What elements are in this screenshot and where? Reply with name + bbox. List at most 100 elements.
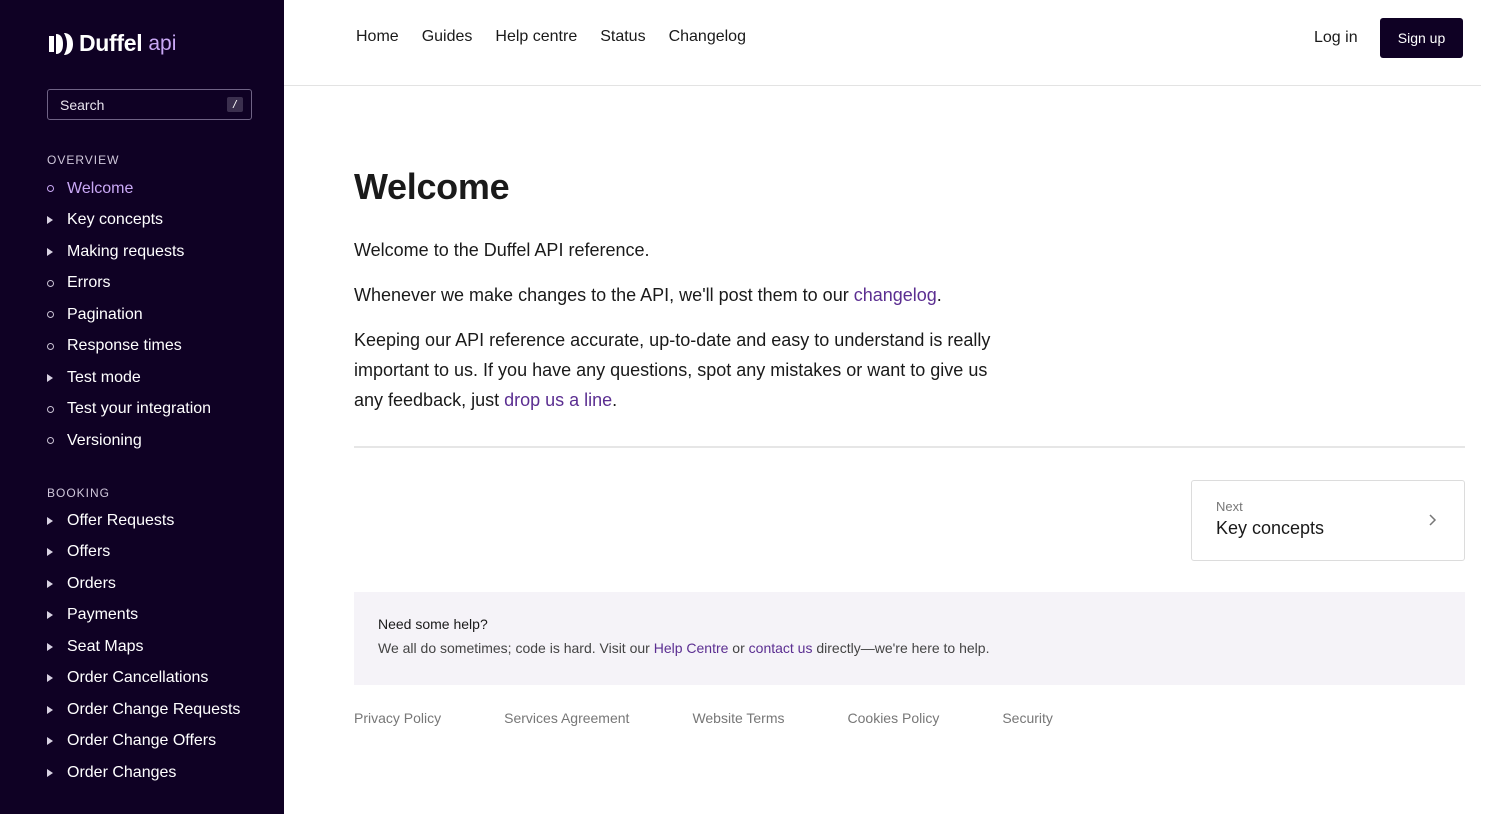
content-divider: [354, 446, 1465, 448]
expand-triangle-icon: [47, 611, 53, 620]
nav-marker: [47, 705, 67, 714]
expand-triangle-icon: [47, 548, 53, 557]
expand-triangle-icon: [47, 373, 53, 382]
login-link[interactable]: Log in: [1314, 29, 1358, 47]
section-title-overview: OVERVIEW: [47, 153, 120, 167]
nav-home[interactable]: Home: [356, 28, 399, 46]
expand-triangle-icon: [47, 516, 53, 525]
help-title: Need some help?: [378, 616, 488, 632]
sidebar-item-label: Order Change Requests: [67, 700, 241, 718]
sidebar-item-versioning[interactable]: Versioning: [47, 425, 211, 457]
sidebar-item-pagination[interactable]: Pagination: [47, 299, 211, 331]
duffel-logo[interactable]: Duffel api: [47, 30, 176, 57]
nav-changelog[interactable]: Changelog: [669, 28, 746, 46]
sidebar-item-label: Offers: [67, 543, 111, 561]
expand-triangle-icon: [47, 705, 53, 714]
nav-marker: [47, 373, 67, 382]
top-header: Home Guides Help centre Status Changelog…: [284, 0, 1481, 86]
sidebar-item-offers[interactable]: Offers: [47, 537, 240, 569]
sidebar-item-label: Key concepts: [67, 211, 164, 229]
nav-marker: [47, 405, 67, 413]
feedback-paragraph: Keeping our API reference accurate, up-t…: [354, 325, 994, 415]
nav-marker: [47, 279, 67, 287]
footer-cookies-policy[interactable]: Cookies Policy: [848, 710, 940, 726]
sidebar-item-response-times[interactable]: Response times: [47, 331, 211, 363]
sidebar-item-label: Order Changes: [67, 763, 177, 781]
help-centre-link[interactable]: Help Centre: [654, 640, 729, 656]
circle-bullet-icon: [47, 311, 54, 319]
sidebar-item-payments[interactable]: Payments: [47, 600, 240, 632]
nav-overview: Welcome Key concepts Making requests Errors…: [47, 173, 211, 457]
sidebar-item-order-changes[interactable]: Order Changes: [47, 757, 240, 789]
search-label: Search: [60, 96, 105, 113]
sidebar-item-label: Order Change Offers: [67, 732, 217, 750]
signup-button[interactable]: Sign up: [1380, 18, 1463, 58]
nav-marker: [47, 311, 67, 319]
expand-triangle-icon: [47, 737, 53, 746]
footer-security[interactable]: Security: [1002, 710, 1053, 726]
sidebar-item-key-concepts[interactable]: Key concepts: [47, 205, 211, 237]
changelog-link[interactable]: changelog: [854, 285, 937, 305]
top-nav: Home Guides Help centre Status Changelog: [356, 28, 769, 46]
nav-marker: [47, 611, 67, 620]
chevron-right-icon: [1429, 514, 1437, 526]
expand-triangle-icon: [47, 216, 53, 225]
sidebar-item-label: Order Cancellations: [67, 669, 209, 687]
nav-marker: [47, 247, 67, 256]
next-label: Next: [1216, 499, 1243, 514]
sidebar-item-seat-maps[interactable]: Seat Maps: [47, 631, 240, 663]
sidebar-item-order-change-requests[interactable]: Order Change Requests: [47, 694, 240, 726]
circle-bullet-icon: [47, 405, 54, 413]
nav-marker: [47, 737, 67, 746]
changelog-paragraph-end: .: [936, 285, 942, 305]
brand-name: Duffel: [79, 30, 143, 56]
sidebar-item-welcome[interactable]: Welcome: [47, 173, 211, 205]
nav-marker: [47, 185, 67, 193]
sidebar-item-label: Test your integration: [67, 400, 212, 418]
sidebar-item-order-change-offers[interactable]: Order Change Offers: [47, 726, 240, 758]
next-title: Key concepts: [1216, 518, 1325, 538]
page-title: Welcome: [354, 166, 510, 207]
search-shortcut-key: /: [227, 97, 243, 112]
expand-triangle-icon: [47, 768, 53, 777]
nav-guides[interactable]: Guides: [422, 28, 473, 46]
sidebar-item-orders[interactable]: Orders: [47, 568, 240, 600]
expand-triangle-icon: [47, 674, 53, 683]
footer-services-agreement[interactable]: Services Agreement: [504, 710, 629, 726]
help-box: Need some help? We all do sometimes; cod…: [354, 592, 1465, 685]
sidebar-item-label: Orders: [67, 574, 116, 592]
changelog-paragraph-text: Whenever we make changes to the API, we'…: [354, 285, 854, 305]
nav-marker: [47, 768, 67, 777]
sidebar-item-label: Making requests: [67, 242, 185, 260]
circle-bullet-icon: [47, 185, 54, 193]
sidebar-item-errors[interactable]: Errors: [47, 268, 211, 300]
sidebar-item-order-cancellations[interactable]: Order Cancellations: [47, 663, 240, 695]
section-title-booking: BOOKING: [47, 486, 111, 500]
next-page-card[interactable]: Next Key concepts: [1191, 480, 1465, 561]
footer-privacy-policy[interactable]: Privacy Policy: [354, 710, 441, 726]
nav-marker: [47, 674, 67, 683]
footer-website-terms[interactable]: Website Terms: [692, 710, 784, 726]
footer: Privacy Policy Services Agreement Websit…: [354, 710, 1116, 726]
sidebar-item-test-mode[interactable]: Test mode: [47, 362, 211, 394]
nav-help-centre[interactable]: Help centre: [495, 28, 577, 46]
nav-marker: [47, 437, 67, 445]
search-input[interactable]: Search /: [47, 89, 252, 120]
sidebar-item-label: Welcome: [67, 179, 134, 197]
sidebar-item-label: Response times: [67, 337, 182, 355]
sidebar-item-making-requests[interactable]: Making requests: [47, 236, 211, 268]
changelog-paragraph: Whenever we make changes to the API, we'…: [354, 280, 994, 310]
drop-us-a-line-link[interactable]: drop us a line: [504, 390, 612, 410]
sidebar-item-offer-requests[interactable]: Offer Requests: [47, 505, 240, 537]
nav-marker: [47, 216, 67, 225]
nav-status[interactable]: Status: [600, 28, 645, 46]
help-text-middle: or: [728, 640, 749, 656]
brand-suffix: api: [148, 31, 177, 55]
sidebar-item-label: Test mode: [67, 368, 141, 386]
help-text-start: We all do sometimes; code is hard. Visit…: [378, 640, 654, 656]
circle-bullet-icon: [47, 437, 54, 445]
contact-us-link[interactable]: contact us: [749, 640, 813, 656]
sidebar-item-test-your-integration[interactable]: Test your integration: [47, 394, 211, 426]
sidebar-item-label: Versioning: [67, 431, 142, 449]
nav-marker: [47, 579, 67, 588]
